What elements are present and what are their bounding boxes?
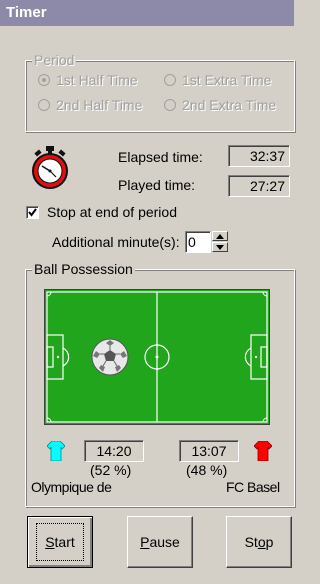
period-group: Period (25, 52, 295, 132)
away-possession-time: 13:07 (179, 440, 239, 462)
arrow-down-icon (216, 245, 224, 250)
radio-2nd-extra-time[interactable]: 2nd Extra Time (164, 97, 276, 113)
home-team-name: Olympique de (31, 479, 112, 495)
away-shirt-icon (254, 441, 272, 461)
radio-2nd-half-time[interactable]: 2nd Half Time (38, 97, 142, 113)
radio-indicator (38, 99, 50, 111)
radio-indicator (164, 99, 176, 111)
stop-at-end-label[interactable]: Stop at end of period (47, 204, 177, 220)
arrow-up-icon (216, 234, 224, 239)
stopwatch-icon (32, 146, 68, 189)
pause-rest: ause (149, 534, 180, 550)
ball-possession-legend: Ball Possession (32, 261, 135, 277)
home-possession-percent: (52 %) (90, 462, 132, 478)
radio-selected-indicator (38, 74, 50, 86)
away-team-name: FC Basel (226, 479, 280, 495)
start-button-focus: Start (36, 523, 84, 561)
additional-minutes-label: Additional minute(s): (52, 234, 180, 250)
home-possession-time: 14:20 (84, 440, 144, 462)
radio-indicator (164, 74, 176, 86)
stop-pre: St (244, 534, 258, 550)
radio-1st-extra-time[interactable]: 1st Extra Time (164, 72, 271, 88)
start-accel: S (45, 534, 55, 550)
pause-accel: P (140, 534, 150, 550)
stop-accel: o (257, 534, 266, 550)
start-rest: tart (54, 534, 75, 550)
away-possession-percent: (48 %) (186, 462, 228, 478)
pause-button[interactable]: Pause (127, 516, 193, 568)
stop-button[interactable]: St o p (226, 516, 292, 568)
football-icon (91, 338, 129, 376)
elapsed-time-field: 32:37 (228, 145, 290, 167)
stop-rest: p (265, 534, 274, 550)
radio-label: 2nd Half Time (56, 97, 143, 113)
spin-down-button[interactable] (212, 242, 228, 252)
additional-minutes-input[interactable]: 0 (185, 231, 211, 253)
start-button[interactable]: Start (27, 516, 93, 568)
radio-label: 2nd Extra Time (182, 97, 277, 113)
elapsed-time-label: Elapsed time: (118, 149, 203, 165)
radio-label: 1st Half Time (56, 72, 138, 88)
stop-at-end-checkbox[interactable] (26, 206, 39, 219)
radio-1st-half-time[interactable]: 1st Half Time (38, 72, 138, 88)
played-time-field: 27:27 (228, 175, 290, 197)
window-title: Timer (0, 0, 294, 26)
home-shirt-icon (47, 441, 65, 461)
spin-up-button[interactable] (212, 231, 228, 241)
played-time-label: Played time: (118, 177, 196, 193)
pitch-markings (46, 291, 268, 423)
football-pitch (45, 290, 269, 424)
radio-label: 1st Extra Time (182, 72, 272, 88)
checkmark-icon (28, 208, 37, 217)
period-legend: Period (32, 52, 77, 68)
